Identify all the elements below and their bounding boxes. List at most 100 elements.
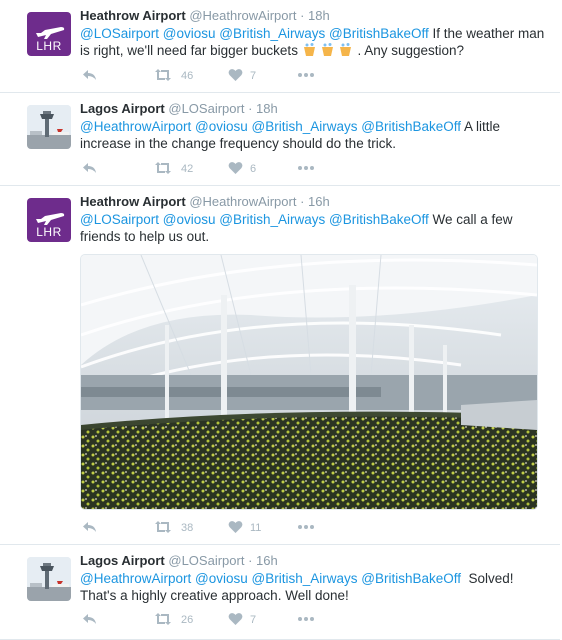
- retweet-button[interactable]: [154, 612, 172, 628]
- tweet-header: Lagos Airport @LOSairport · 16h: [80, 553, 550, 569]
- bucket-emoji-icon: [303, 43, 351, 56]
- avatar[interactable]: LHR: [27, 12, 71, 56]
- reply-icon: [83, 614, 96, 624]
- retweet-icon: [155, 521, 171, 533]
- mention-link[interactable]: @BritishBakeOff: [329, 26, 429, 41]
- heart-icon: [228, 69, 243, 81]
- like-count: 6: [250, 163, 257, 175]
- tweet-content: Heathrow Airport @HeathrowAirport · 18h …: [80, 8, 550, 59]
- like-count: 11: [250, 522, 262, 534]
- retweet-icon: [155, 162, 171, 174]
- control-tower-icon: [27, 557, 71, 601]
- more-icon: [298, 73, 314, 77]
- separator: ·: [248, 553, 253, 568]
- retweet-count: 26: [181, 614, 194, 626]
- like-count: 7: [250, 614, 257, 626]
- avatar[interactable]: [27, 557, 71, 601]
- separator: ·: [300, 8, 305, 23]
- heart-icon: [228, 162, 243, 174]
- more-button[interactable]: [297, 612, 315, 628]
- mention-link[interactable]: @British_Airways: [252, 571, 358, 586]
- separator: ·: [248, 101, 253, 116]
- mention-link[interactable]: @oviosu: [195, 119, 248, 134]
- tweet-actions: 38 11: [80, 520, 340, 536]
- author-handle[interactable]: @LOSairport: [168, 101, 244, 116]
- tweet-2[interactable]: Lagos Airport @LOSairport · 18h @Heathro…: [0, 93, 560, 186]
- author-name[interactable]: Lagos Airport: [80, 101, 165, 116]
- reply-button[interactable]: [82, 520, 97, 536]
- mention-link[interactable]: @HeathrowAirport: [80, 119, 191, 134]
- tweet-text: @LOSairport @oviosu @British_Airways @Br…: [80, 26, 545, 58]
- author-name[interactable]: Heathrow Airport: [80, 8, 186, 23]
- mention-link[interactable]: @oviosu: [195, 571, 248, 586]
- retweet-button[interactable]: [154, 161, 172, 177]
- tweet-header: Heathrow Airport @HeathrowAirport · 16h: [80, 194, 550, 210]
- like-button[interactable]: [228, 161, 243, 177]
- timestamp[interactable]: 16h: [256, 553, 278, 568]
- retweet-count: 46: [181, 70, 194, 82]
- retweet-button[interactable]: [154, 520, 172, 536]
- mention-link[interactable]: @LOSairport: [80, 212, 159, 227]
- mention-link[interactable]: @LOSairport: [80, 26, 159, 41]
- heart-icon: [228, 521, 243, 533]
- tweet-3[interactable]: LHR Heathrow Airport @HeathrowAirport · …: [0, 186, 560, 545]
- mention-link[interactable]: @British_Airways: [252, 119, 358, 134]
- control-tower-icon: [27, 105, 71, 149]
- avatar[interactable]: LHR: [27, 198, 71, 242]
- reply-button[interactable]: [82, 612, 97, 628]
- mention-link[interactable]: @BritishBakeOff: [361, 571, 461, 586]
- like-count: 7: [250, 70, 257, 82]
- reply-icon: [83, 163, 96, 173]
- like-button[interactable]: [228, 520, 243, 536]
- author-handle[interactable]: @LOSairport: [168, 553, 244, 568]
- tweet-text: @HeathrowAirport @oviosu @British_Airway…: [80, 571, 518, 603]
- tweet-content: Heathrow Airport @HeathrowAirport · 16h …: [80, 194, 550, 245]
- reply-icon: [83, 70, 96, 80]
- more-icon: [298, 525, 314, 529]
- tweet-1[interactable]: LHR Heathrow Airport @HeathrowAirport · …: [0, 0, 560, 93]
- reply-icon: [83, 522, 96, 532]
- mention-link[interactable]: @HeathrowAirport: [80, 571, 191, 586]
- tweet-photo[interactable]: [80, 254, 538, 510]
- more-button[interactable]: [297, 68, 315, 84]
- like-button[interactable]: [228, 612, 243, 628]
- mention-link[interactable]: @BritishBakeOff: [329, 212, 429, 227]
- mention-link[interactable]: @British_Airways: [219, 26, 325, 41]
- like-button[interactable]: [228, 68, 243, 84]
- tweet-text: @HeathrowAirport @oviosu @British_Airway…: [80, 119, 501, 151]
- tweet-actions: 46 7: [80, 68, 340, 84]
- tweet-4[interactable]: Lagos Airport @LOSairport · 16h @Heathro…: [0, 545, 560, 640]
- tweet-actions: 26 7: [80, 612, 340, 628]
- timestamp[interactable]: 16h: [308, 194, 330, 209]
- tweet-header: Heathrow Airport @HeathrowAirport · 18h: [80, 8, 550, 24]
- more-button[interactable]: [297, 161, 315, 177]
- timestamp[interactable]: 18h: [308, 8, 330, 23]
- terminal-crowd-image: [81, 255, 537, 509]
- tweet-actions: 42 6: [80, 161, 340, 177]
- author-handle[interactable]: @HeathrowAirport: [189, 194, 296, 209]
- tweet-content: Lagos Airport @LOSairport · 18h @Heathro…: [80, 101, 550, 152]
- avatar[interactable]: [27, 105, 71, 149]
- more-icon: [298, 166, 314, 170]
- more-button[interactable]: [297, 520, 315, 536]
- retweet-icon: [155, 613, 171, 625]
- reply-button[interactable]: [82, 161, 97, 177]
- tweet-text: @LOSairport @oviosu @British_Airways @Br…: [80, 212, 513, 244]
- mention-link[interactable]: @BritishBakeOff: [361, 119, 461, 134]
- mention-link[interactable]: @British_Airways: [219, 212, 325, 227]
- mention-link[interactable]: @oviosu: [163, 26, 216, 41]
- retweet-button[interactable]: [154, 68, 172, 84]
- more-icon: [298, 617, 314, 621]
- reply-button[interactable]: [82, 68, 97, 84]
- timestamp[interactable]: 18h: [256, 101, 278, 116]
- author-handle[interactable]: @HeathrowAirport: [189, 8, 296, 23]
- author-name[interactable]: Heathrow Airport: [80, 194, 186, 209]
- mention-link[interactable]: @oviosu: [163, 212, 216, 227]
- separator: ·: [300, 194, 305, 209]
- tweet-header: Lagos Airport @LOSairport · 18h: [80, 101, 550, 117]
- retweet-count: 38: [181, 522, 194, 534]
- retweet-count: 42: [181, 163, 194, 175]
- author-name[interactable]: Lagos Airport: [80, 553, 165, 568]
- tweet-content: Lagos Airport @LOSairport · 16h @Heathro…: [80, 553, 550, 604]
- retweet-icon: [155, 69, 171, 81]
